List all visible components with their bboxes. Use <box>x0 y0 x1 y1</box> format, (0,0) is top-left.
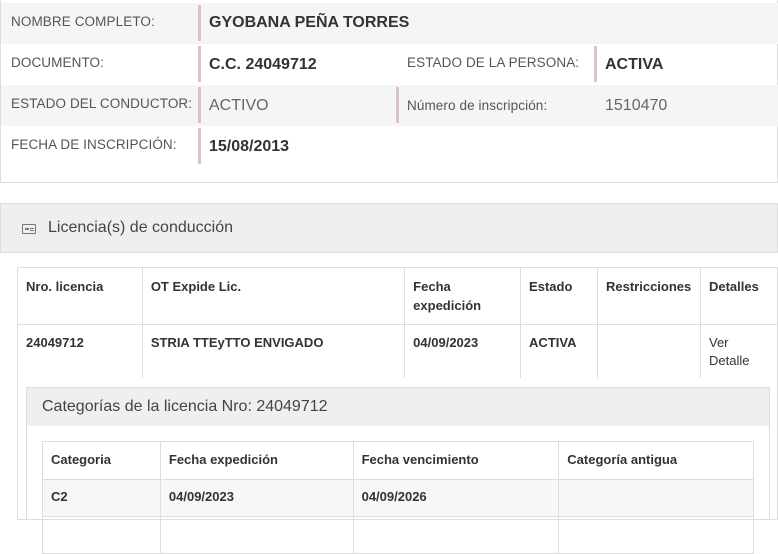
categoria-antigua-cell <box>558 479 754 517</box>
col-header: Fecha expedición <box>404 267 522 325</box>
fecha-expedicion-cell: 04/09/2023 <box>404 324 522 380</box>
row-estado-conductor: ESTADO DEL CONDUCTOR: ACTIVO Número de i… <box>1 85 778 126</box>
categoria-cell: C2 <box>42 479 161 517</box>
fecha-expedicion-cell: 04/09/2023 <box>159 479 354 517</box>
col-header: Restricciones <box>597 267 701 325</box>
divider <box>594 46 597 82</box>
col-header: Categoría antigua <box>558 441 754 480</box>
documento-value: C.C. 24049712 <box>209 56 317 73</box>
divider <box>198 46 201 82</box>
id-card-icon <box>22 224 36 234</box>
table-row: C2 04/09/2023 04/09/2026 <box>42 479 754 517</box>
numero-inscripcion-value: 1510470 <box>605 97 668 114</box>
fecha-vencimiento-cell: 04/09/2026 <box>352 479 560 517</box>
categorias-panel-header: Categorías de la licencia Nro: 24049712 <box>27 388 769 426</box>
col-header: Fecha expedición <box>159 441 354 480</box>
table-row: 24049712 STRIA TTEyTTO ENVIGADO 04/09/20… <box>17 324 778 380</box>
fecha-inscripcion-label: FECHA DE INSCRIPCIÓN: <box>11 137 177 152</box>
categorias-table: Categoria Fecha expedición Fecha vencimi… <box>42 441 754 554</box>
col-header: OT Expide Lic. <box>141 267 406 325</box>
estado-persona-label: ESTADO DE LA PERSONA: <box>407 55 580 70</box>
row-fecha-inscripcion: FECHA DE INSCRIPCIÓN: 15/08/2013 <box>1 126 778 167</box>
estado-conductor-label: ESTADO DEL CONDUCTOR: <box>11 96 193 111</box>
col-header: Estado <box>520 267 598 325</box>
table-header-row: Categoria Fecha expedición Fecha vencimi… <box>42 441 754 480</box>
licencias-title: Licencia(s) de conducción <box>48 219 233 236</box>
fecha-inscripcion-value: 15/08/2013 <box>209 138 290 155</box>
categorias-title: Categorías de la licencia Nro: 24049712 <box>42 398 328 415</box>
col-header: Categoria <box>42 441 161 480</box>
col-header: Nro. licencia <box>17 267 143 325</box>
divider <box>198 128 201 164</box>
col-header: Detalles <box>699 267 778 325</box>
table-row <box>42 516 754 554</box>
nombre-value: GYOBANA PEÑA TORRES <box>209 14 410 31</box>
person-info-panel: NOMBRE COMPLETO: GYOBANA PEÑA TORRES DOC… <box>0 0 778 183</box>
divider <box>198 87 201 123</box>
numero-inscripcion-label: Número de inscripción: <box>407 98 548 113</box>
divider <box>396 87 399 123</box>
ver-detalle-link[interactable]: Ver Detalle <box>699 324 778 380</box>
estado-conductor-value: ACTIVO <box>209 97 269 114</box>
licencias-panel-header: Licencia(s) de conducción <box>0 203 778 253</box>
estado-cell: ACTIVA <box>520 324 598 380</box>
row-documento: DOCUMENTO: C.C. 24049712 ESTADO DE LA PE… <box>1 44 778 85</box>
col-header: Fecha vencimiento <box>352 441 560 480</box>
divider <box>198 5 201 41</box>
table-header-row: Nro. licencia OT Expide Lic. Fecha exped… <box>17 267 778 325</box>
nombre-label: NOMBRE COMPLETO: <box>11 14 155 29</box>
estado-persona-value: ACTIVA <box>605 56 664 73</box>
ot-expide-cell: STRIA TTEyTTO ENVIGADO <box>141 324 406 380</box>
documento-label: DOCUMENTO: <box>11 55 105 70</box>
row-nombre: NOMBRE COMPLETO: GYOBANA PEÑA TORRES <box>1 3 778 44</box>
nro-licencia-cell: 24049712 <box>17 324 143 380</box>
restricciones-cell <box>597 324 701 380</box>
licencias-table: Nro. licencia OT Expide Lic. Fecha exped… <box>17 267 778 380</box>
